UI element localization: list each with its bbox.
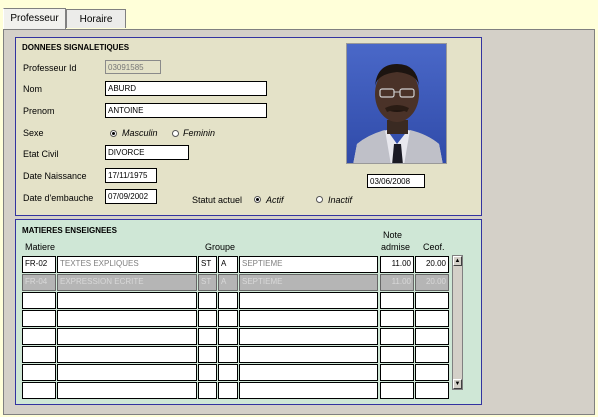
cell-coef[interactable] [415, 310, 449, 327]
cell-niveau[interactable] [239, 328, 378, 345]
nom-label: Nom [23, 84, 43, 94]
cell-note[interactable] [380, 346, 414, 363]
cell-niveau[interactable] [239, 382, 378, 399]
tab-horaire[interactable]: Horaire [66, 9, 126, 28]
sexe-masculin-radio[interactable] [110, 130, 117, 137]
cell-g2[interactable]: A [218, 274, 238, 291]
date-naissance-field[interactable]: 17/11/1975 [105, 168, 157, 183]
coef-header: Ceof. [423, 242, 445, 252]
cell-niveau[interactable]: SEPTIEME [239, 256, 378, 273]
cell-g1[interactable]: ST [198, 256, 217, 273]
sexe-masculin-label: Masculin [122, 128, 158, 138]
cell-code[interactable] [22, 328, 56, 345]
cell-niveau[interactable] [239, 364, 378, 381]
cell-note[interactable] [380, 310, 414, 327]
cell-niveau[interactable] [239, 310, 378, 327]
cell-coef[interactable] [415, 382, 449, 399]
cell-code[interactable]: FR-04 [22, 274, 56, 291]
photo-date-field: 03/06/2008 [367, 174, 425, 188]
cell-code[interactable] [22, 346, 56, 363]
cell-note[interactable] [380, 292, 414, 309]
cell-note[interactable] [380, 328, 414, 345]
etat-civil-field[interactable]: DIVORCE [105, 145, 189, 160]
signaletique-title: DONNEES SIGNALETIQUES [22, 43, 130, 52]
statut-label: Statut actuel [192, 195, 243, 205]
cell-coef[interactable]: 20.00 [415, 256, 449, 273]
cell-note[interactable] [380, 364, 414, 381]
cell-desc[interactable] [57, 364, 197, 381]
cell-niveau[interactable]: SEPTIEME [239, 274, 378, 291]
cell-g2[interactable] [218, 310, 238, 327]
cell-g1[interactable] [198, 292, 217, 309]
cell-g2[interactable] [218, 328, 238, 345]
cell-desc[interactable] [57, 310, 197, 327]
cell-desc[interactable] [57, 346, 197, 363]
sexe-feminin-radio[interactable] [172, 130, 179, 137]
person-photo-icon [346, 43, 447, 164]
cell-g2[interactable] [218, 382, 238, 399]
cell-g1[interactable] [198, 328, 217, 345]
cell-g2[interactable] [218, 292, 238, 309]
prenom-field[interactable]: ANTOINE [105, 103, 267, 118]
date-embauche-field[interactable]: 07/09/2002 [105, 189, 157, 204]
arrow-down-icon[interactable]: ▼ [453, 379, 462, 389]
cell-niveau[interactable] [239, 292, 378, 309]
cell-g1[interactable] [198, 346, 217, 363]
prenom-label: Prenom [23, 106, 55, 116]
cell-coef[interactable]: 20.00 [415, 274, 449, 291]
sexe-label: Sexe [23, 128, 44, 138]
statut-inactif-radio[interactable] [316, 196, 323, 203]
statut-actif-radio[interactable] [254, 196, 261, 203]
cell-g2[interactable]: A [218, 256, 238, 273]
groupe-header: Groupe [205, 242, 236, 252]
date-embauche-label: Date d'embauche [23, 193, 94, 203]
cell-desc[interactable]: TEXTES EXPLIQUES [57, 256, 197, 273]
cell-note[interactable]: 11.00 [380, 274, 414, 291]
cell-desc[interactable] [57, 292, 197, 309]
cell-g2[interactable] [218, 364, 238, 381]
tab-professeur[interactable]: Professeur [3, 8, 66, 29]
cell-coef[interactable] [415, 364, 449, 381]
matieres-scrollbar[interactable]: ▲ ▼ [452, 255, 463, 390]
cell-g1[interactable]: ST [198, 274, 217, 291]
note-header-line2: admise [381, 242, 411, 252]
cell-note[interactable]: 11.00 [380, 256, 414, 273]
nom-field[interactable]: ABURD [105, 81, 267, 96]
professeur-id-label: Professeur Id [23, 63, 77, 73]
cell-coef[interactable] [415, 292, 449, 309]
statut-actif-label: Actif [266, 195, 284, 205]
cell-note[interactable] [380, 382, 414, 399]
note-header-line1: Note [383, 230, 403, 240]
cell-g1[interactable] [198, 310, 217, 327]
statut-inactif-label: Inactif [328, 195, 353, 205]
cell-desc[interactable] [57, 328, 197, 345]
cell-g2[interactable] [218, 346, 238, 363]
date-naissance-label: Date Naissance [23, 171, 87, 181]
cell-code[interactable] [22, 364, 56, 381]
cell-code[interactable] [22, 382, 56, 399]
cell-code[interactable] [22, 292, 56, 309]
professeur-id-field: 03091585 [105, 60, 161, 74]
matiere-header: Matiere [25, 242, 56, 252]
cell-desc[interactable]: EXPRESSION ECRITE [57, 274, 197, 291]
sexe-feminin-label: Feminin [183, 128, 216, 138]
cell-g1[interactable] [198, 382, 217, 399]
cell-niveau[interactable] [239, 346, 378, 363]
cell-coef[interactable] [415, 346, 449, 363]
cell-code[interactable] [22, 310, 56, 327]
cell-desc[interactable] [57, 382, 197, 399]
cell-g1[interactable] [198, 364, 217, 381]
cell-coef[interactable] [415, 328, 449, 345]
arrow-up-icon[interactable]: ▲ [453, 256, 462, 266]
matieres-title: MATIERES ENSEIGNEES [22, 226, 117, 235]
cell-code[interactable]: FR-02 [22, 256, 56, 273]
etat-civil-label: Etat Civil [23, 149, 59, 159]
